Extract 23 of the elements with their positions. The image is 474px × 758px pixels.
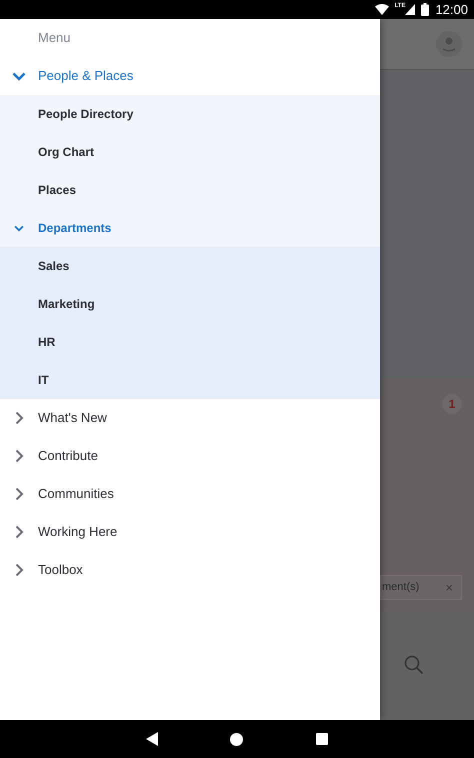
- menu-subitem[interactable]: IT: [38, 371, 49, 389]
- signal-icon: [405, 4, 416, 15]
- clock: 12:00: [435, 0, 468, 19]
- menu-title: Menu: [38, 29, 71, 48]
- menu-item[interactable]: Toolbox: [0, 551, 380, 589]
- menu-item[interactable]: People & Places: [0, 57, 380, 95]
- menu-subitem[interactable]: Sales: [38, 257, 70, 275]
- back-icon[interactable]: [146, 732, 158, 746]
- menu-subitem[interactable]: Org Chart: [38, 143, 94, 161]
- battery-icon: [421, 3, 430, 16]
- menu-item[interactable]: Communities: [0, 475, 380, 513]
- home-icon[interactable]: [230, 732, 244, 746]
- count-badge: 1: [442, 394, 462, 414]
- menu-item[interactable]: Contribute: [0, 437, 380, 475]
- wifi-icon: [374, 4, 389, 15]
- menu-item[interactable]: What's New: [0, 399, 380, 437]
- menu-subitem[interactable]: HR: [38, 333, 56, 351]
- menu-subitem[interactable]: Marketing: [38, 295, 95, 313]
- recents-icon[interactable]: [316, 733, 328, 745]
- menu-subitem[interactable]: Places: [38, 181, 76, 199]
- menu-item[interactable]: Working Here: [0, 513, 380, 551]
- menu-subitem[interactable]: People Directory: [38, 105, 134, 123]
- submenu-header[interactable]: Departments: [0, 209, 380, 247]
